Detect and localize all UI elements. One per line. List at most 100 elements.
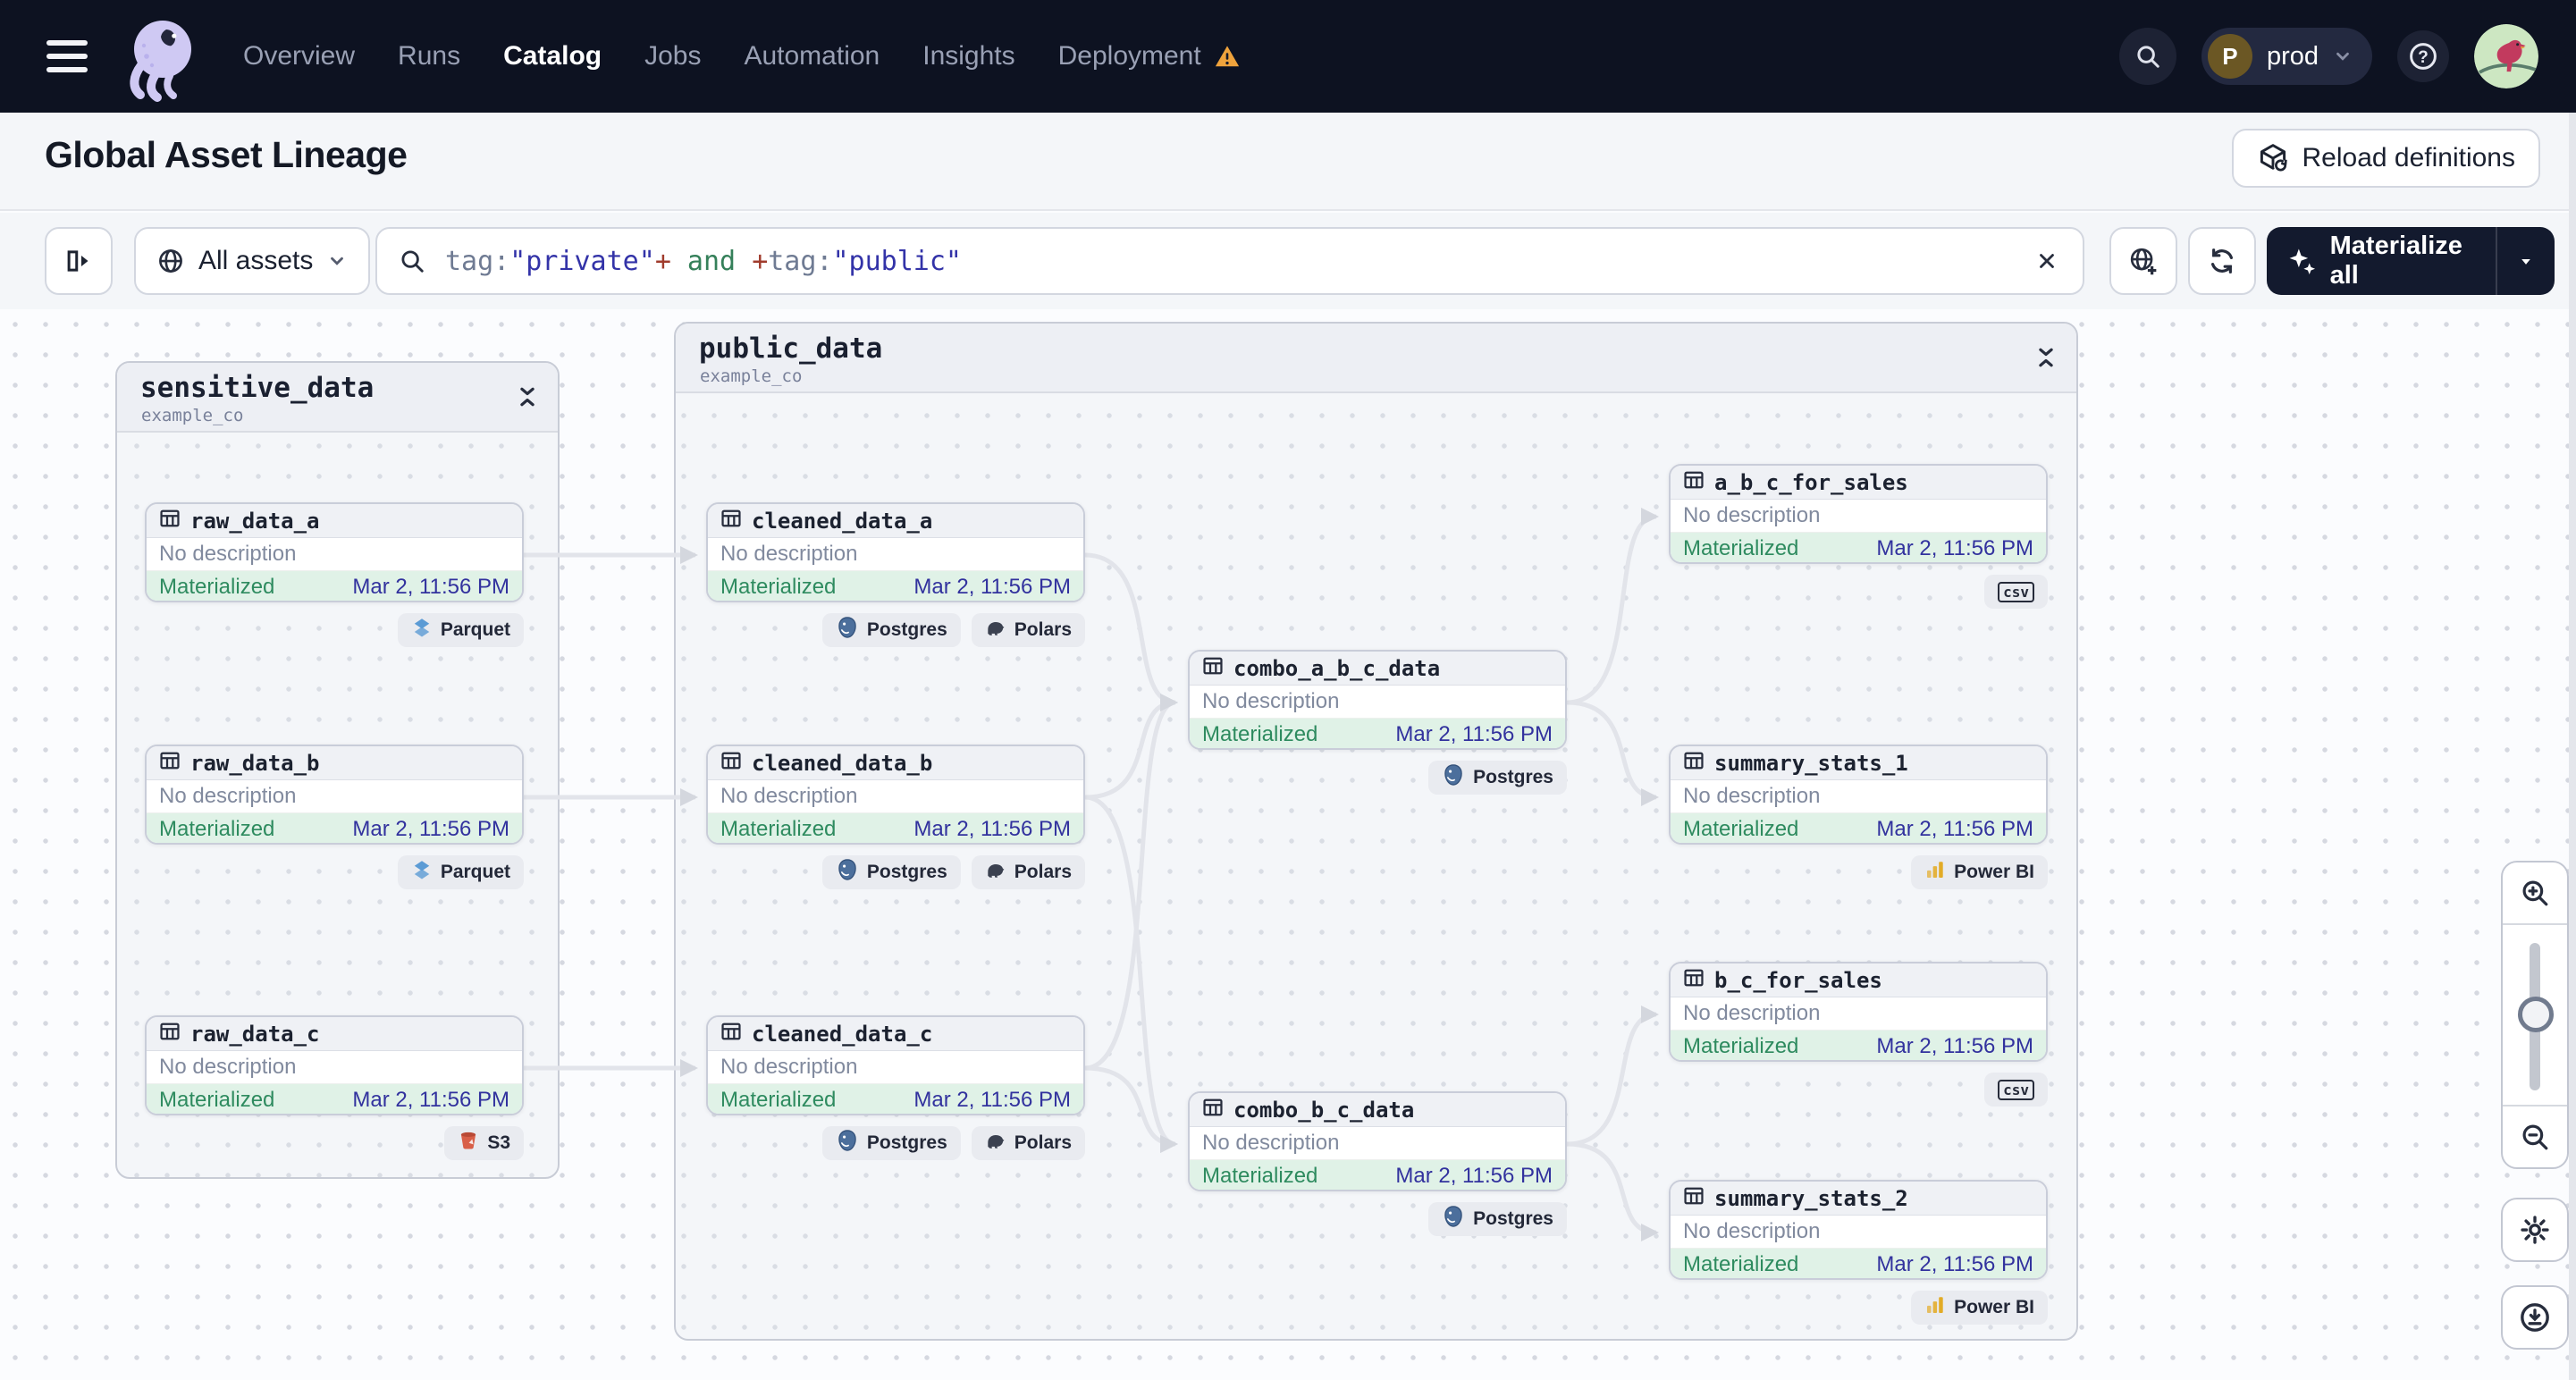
asset-scope-dropdown[interactable]: All assets xyxy=(134,227,371,295)
search-icon xyxy=(401,250,424,273)
asset-node-cleaned_data_c[interactable]: cleaned_data_c No description Materializ… xyxy=(706,1015,1085,1115)
materialize-all-button[interactable]: Materialize all xyxy=(2267,227,2496,295)
kind-badge-label: Postgres xyxy=(866,862,947,882)
globe-icon xyxy=(159,249,182,273)
zoom-out-button[interactable] xyxy=(2503,1105,2567,1167)
asset-search-input[interactable]: tag:"private"+ and +tag:"public" xyxy=(375,227,2084,295)
materialization-timestamp: Mar 2, 11:56 PM xyxy=(1395,1164,1553,1188)
environment-initial: P xyxy=(2207,34,2252,79)
status-badge: Materialized xyxy=(1683,1034,1799,1058)
nav-item-jobs[interactable]: Jobs xyxy=(644,41,701,72)
nav-item-overview[interactable]: Overview xyxy=(243,41,355,72)
lineage-graph-canvas[interactable]: sensitive_data example_co public_data ex… xyxy=(0,309,2576,1380)
asset-node-raw_data_b[interactable]: raw_data_b No description Materialized M… xyxy=(145,745,524,845)
nav-item-label: Jobs xyxy=(644,41,702,71)
kind-badge-csv[interactable]: csv xyxy=(1984,575,2048,609)
help-button[interactable]: ? xyxy=(2397,30,2449,82)
asset-node-header: cleaned_data_b xyxy=(708,746,1083,780)
clear-search-button[interactable] xyxy=(2027,241,2067,281)
reload-definitions-button[interactable]: Reload definitions xyxy=(2231,129,2540,188)
kind-badge-parquet[interactable]: Parquet xyxy=(397,855,524,889)
asset-name: summary_stats_2 xyxy=(1714,1185,1908,1211)
kind-badge-s3[interactable]: S3 xyxy=(444,1126,524,1160)
new-scope-button[interactable] xyxy=(2109,227,2177,295)
table-icon xyxy=(159,750,181,776)
environment-switcher[interactable]: P prod xyxy=(2201,28,2372,85)
asset-node-raw_data_c[interactable]: raw_data_c No description Materialized M… xyxy=(145,1015,524,1115)
warning-icon xyxy=(1215,46,1239,67)
kind-badge-polars[interactable]: Polars xyxy=(971,855,1085,889)
kind-badge-postgres[interactable]: Postgres xyxy=(821,855,961,889)
nav-item-runs[interactable]: Runs xyxy=(398,41,460,72)
asset-node-b_c_for_sales[interactable]: b_c_for_sales No description Materialize… xyxy=(1669,962,2048,1062)
kind-badge-postgres[interactable]: Postgres xyxy=(1428,1202,1567,1236)
table-icon xyxy=(159,1021,181,1047)
kind-badge-label: Polars xyxy=(1014,1132,1072,1153)
kind-badge-csv[interactable]: csv xyxy=(1984,1073,2048,1107)
kind-badge-label: Postgres xyxy=(1473,1208,1553,1229)
kind-badge-polars[interactable]: Polars xyxy=(971,1126,1085,1160)
asset-node-combo_a_b_c_data[interactable]: combo_a_b_c_data No description Material… xyxy=(1188,650,1567,750)
gear-icon xyxy=(2521,1216,2549,1244)
asset-status-row: Materialized Mar 2, 11:56 PM xyxy=(147,1084,522,1114)
zoom-slider[interactable] xyxy=(2518,943,2554,1090)
nav-item-automation[interactable]: Automation xyxy=(744,41,880,72)
materialization-timestamp: Mar 2, 11:56 PM xyxy=(913,817,1071,841)
postgres-icon xyxy=(836,1129,859,1157)
query-token: + xyxy=(654,245,671,277)
kind-badge-postgres[interactable]: Postgres xyxy=(1428,761,1567,795)
asset-node-combo_b_c_data[interactable]: combo_b_c_data No description Materializ… xyxy=(1188,1091,1567,1191)
polars-icon xyxy=(985,1130,1006,1157)
asset-node-raw_data_a[interactable]: raw_data_a No description Materialized M… xyxy=(145,502,524,602)
nav-item-catalog[interactable]: Catalog xyxy=(503,41,602,72)
asset-description: No description xyxy=(1671,1216,2046,1249)
asset-node-summary_stats_2[interactable]: summary_stats_2 No description Materiali… xyxy=(1669,1180,2048,1280)
asset-kind-badges: Postgres Polars xyxy=(706,1126,1085,1160)
nav-item-deployment[interactable]: Deployment xyxy=(1058,41,1241,72)
graph-settings-button[interactable] xyxy=(2501,1198,2569,1262)
asset-node-a_b_c_for_sales[interactable]: a_b_c_for_sales No description Materiali… xyxy=(1669,464,2048,564)
asset-name: b_c_for_sales xyxy=(1714,967,1882,993)
kind-badge-power-bi[interactable]: Power BI xyxy=(1911,855,2048,889)
status-badge: Materialized xyxy=(159,575,275,599)
kind-badge-parquet[interactable]: Parquet xyxy=(397,613,524,647)
materialization-timestamp: Mar 2, 11:56 PM xyxy=(1876,817,2033,841)
open-sidebar-panel-button[interactable] xyxy=(45,227,113,295)
asset-node-header: raw_data_b xyxy=(147,746,522,780)
asset-description: No description xyxy=(708,538,1083,571)
kind-badge-label: Postgres xyxy=(866,1132,947,1153)
kind-badge-power-bi[interactable]: Power BI xyxy=(1911,1291,2048,1325)
page-root: Overview Runs Catalog Jobs Automation Insight… xyxy=(0,0,2576,1380)
asset-node-cleaned_data_a[interactable]: cleaned_data_a No description Materializ… xyxy=(706,502,1085,602)
zoom-slider-thumb[interactable] xyxy=(2518,997,2554,1032)
dagster-logo-icon[interactable] xyxy=(118,7,204,105)
nav-item-label: Insights xyxy=(922,41,1015,71)
polars-icon xyxy=(985,859,1006,886)
caret-down-icon xyxy=(2521,258,2530,265)
asset-description: No description xyxy=(147,1051,522,1084)
asset-kind-badges: Power BI xyxy=(1669,1291,2048,1325)
asset-node-cleaned_data_b[interactable]: cleaned_data_b No description Materializ… xyxy=(706,745,1085,845)
materialize-options-button[interactable] xyxy=(2496,227,2555,295)
asset-status-row: Materialized Mar 2, 11:56 PM xyxy=(1190,719,1565,748)
table-icon xyxy=(159,508,181,534)
kind-badge-postgres[interactable]: Postgres xyxy=(821,1126,961,1160)
user-avatar[interactable] xyxy=(2474,24,2538,88)
status-badge: Materialized xyxy=(159,817,275,841)
kind-badge-postgres[interactable]: Postgres xyxy=(821,613,961,647)
materialization-timestamp: Mar 2, 11:56 PM xyxy=(1395,722,1553,746)
asset-name: cleaned_data_c xyxy=(752,1021,933,1047)
kind-badge-polars[interactable]: Polars xyxy=(971,613,1085,647)
global-search-button[interactable] xyxy=(2118,28,2176,85)
powerbi-icon xyxy=(1924,1294,1946,1321)
vertical-scrollbar[interactable] xyxy=(2569,113,2576,1380)
download-graph-button[interactable] xyxy=(2501,1285,2569,1350)
search-query-text: tag:"private"+ and +tag:"public" xyxy=(445,246,2027,277)
nav-item-insights[interactable]: Insights xyxy=(922,41,1014,72)
asset-name: cleaned_data_a xyxy=(752,508,933,534)
zoom-in-button[interactable] xyxy=(2503,862,2567,925)
asset-node-summary_stats_1[interactable]: summary_stats_1 No description Materiali… xyxy=(1669,745,2048,845)
asset-kind-badges: Power BI xyxy=(1669,855,2048,889)
hamburger-menu-icon[interactable] xyxy=(46,40,88,72)
refresh-graph-button[interactable] xyxy=(2188,227,2256,295)
